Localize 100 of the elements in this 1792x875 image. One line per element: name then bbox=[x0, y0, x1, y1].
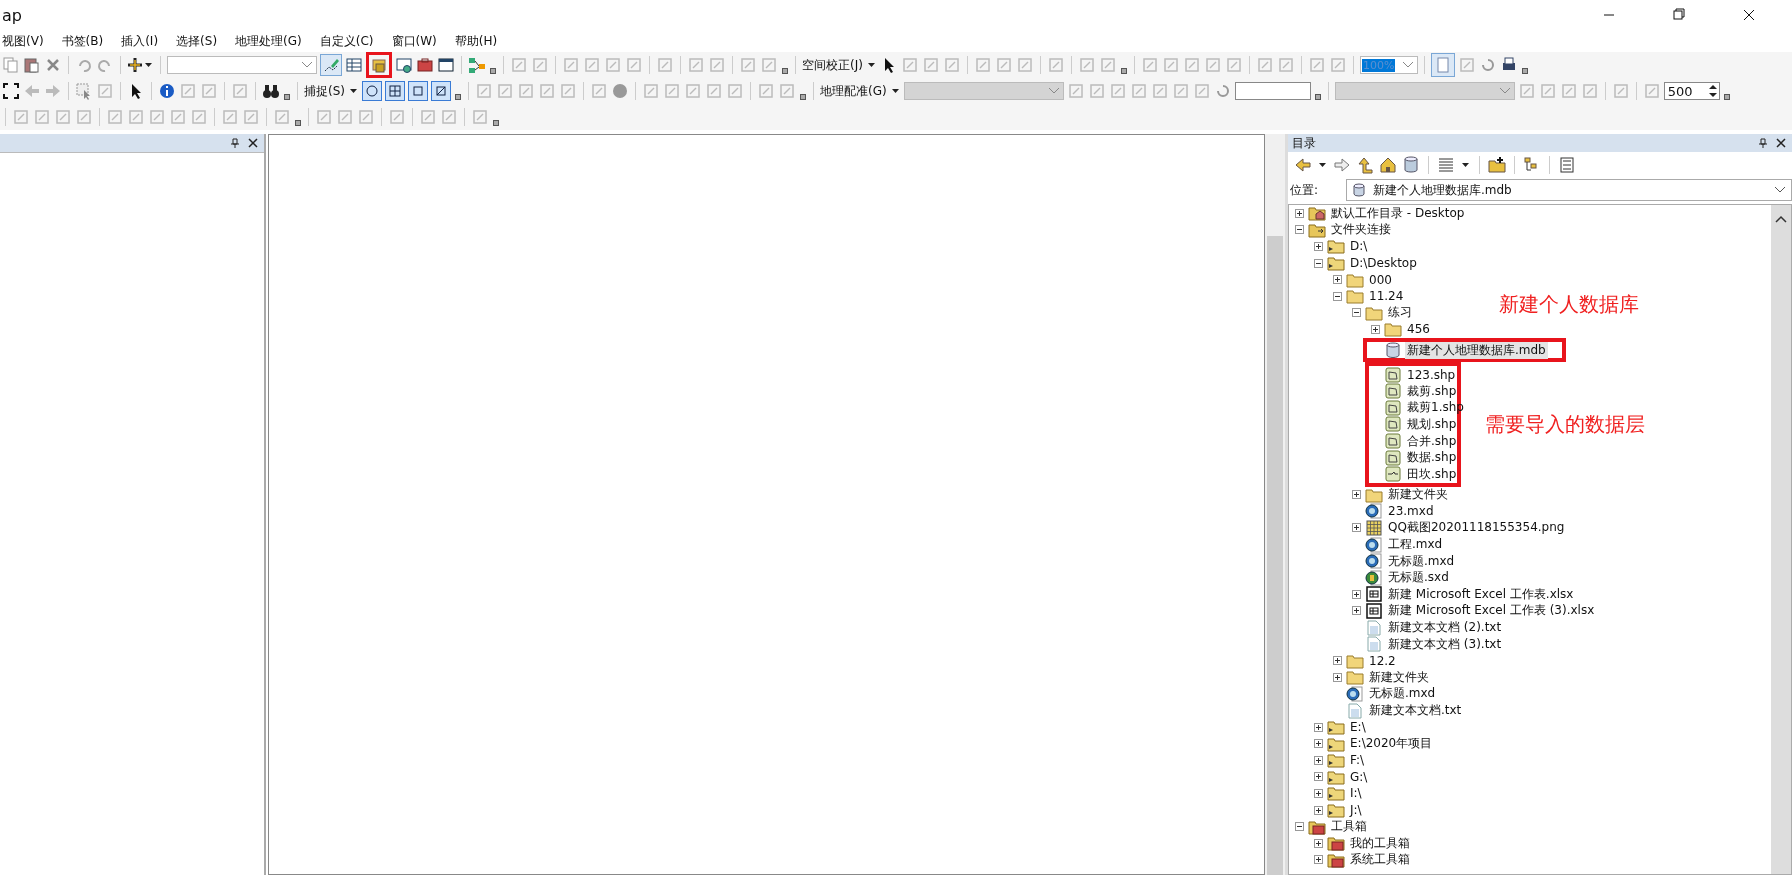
tree-item[interactable]: 田坎.shp bbox=[1405, 465, 1459, 483]
menu-item[interactable]: 插入(I) bbox=[119, 30, 161, 52]
back-arrow-icon[interactable] bbox=[1294, 156, 1312, 174]
select-features-icon[interactable] bbox=[75, 82, 93, 100]
menu-item[interactable]: 帮助(H) bbox=[452, 30, 500, 52]
tree-item[interactable]: 新建文件夹 bbox=[1386, 486, 1450, 504]
menu-item[interactable]: 地理处理(G) bbox=[233, 30, 304, 52]
tree-item[interactable]: 456 bbox=[1405, 322, 1432, 337]
forward-arrow-icon[interactable] bbox=[1333, 156, 1351, 174]
expand-toggle[interactable] bbox=[1331, 656, 1343, 666]
tree-item[interactable]: 新建个人地理数据库.mdb bbox=[1405, 341, 1548, 359]
tree-item[interactable]: 裁剪.shp bbox=[1405, 382, 1459, 400]
home-icon[interactable] bbox=[1379, 156, 1397, 174]
copy-icon[interactable] bbox=[2, 56, 20, 74]
tree-item[interactable]: 新建 Microsoft Excel 工作表.xlsx bbox=[1386, 585, 1576, 603]
close-icon[interactable] bbox=[248, 138, 258, 148]
expand-toggle[interactable] bbox=[1369, 324, 1381, 334]
point-snap-button[interactable] bbox=[362, 81, 382, 101]
pin-icon[interactable] bbox=[1758, 138, 1768, 148]
add-data-button[interactable] bbox=[127, 57, 154, 73]
expand-toggle[interactable] bbox=[1312, 755, 1324, 765]
georeferencing-menu[interactable]: 地理配准(G) bbox=[820, 82, 887, 100]
expand-toggle[interactable] bbox=[1293, 822, 1305, 832]
tree-item[interactable]: 工程.mxd bbox=[1386, 536, 1445, 554]
tree-item[interactable]: 无标题.mxd bbox=[1367, 685, 1438, 703]
tree-item[interactable]: 11.24 bbox=[1367, 289, 1406, 304]
expand-toggle[interactable] bbox=[1312, 258, 1324, 268]
tree-item[interactable]: 工具箱 bbox=[1329, 818, 1369, 836]
tree-item[interactable]: G:\ bbox=[1348, 769, 1370, 784]
tree-item[interactable]: E:\ bbox=[1348, 720, 1368, 735]
expand-toggle[interactable] bbox=[1312, 772, 1324, 782]
location-field[interactable]: 新建个人地理数据库.mdb bbox=[1346, 179, 1792, 201]
expand-toggle[interactable] bbox=[1312, 722, 1324, 732]
snapping-menu[interactable]: 捕捉(S) bbox=[304, 82, 345, 100]
database-icon[interactable] bbox=[1402, 156, 1420, 174]
info-icon[interactable] bbox=[158, 82, 176, 100]
tree-item[interactable]: 默认工作目录 - Desktop bbox=[1329, 205, 1467, 222]
tree-item[interactable]: 文件夹连接 bbox=[1329, 221, 1393, 239]
tree-item[interactable]: 无标题.sxd bbox=[1386, 569, 1451, 587]
close-icon[interactable] bbox=[1776, 138, 1786, 148]
list-view-icon[interactable] bbox=[1437, 156, 1455, 174]
tree-item[interactable]: 新建文本文档 (3).txt bbox=[1386, 635, 1504, 653]
tree-item[interactable]: 123.shp bbox=[1405, 367, 1458, 382]
expand-toggle[interactable] bbox=[1331, 291, 1343, 301]
details-icon[interactable] bbox=[1558, 156, 1576, 174]
end-snap-button[interactable] bbox=[431, 81, 451, 101]
tree-item[interactable]: 新建文本文档 (2).txt bbox=[1386, 619, 1504, 637]
pin-icon[interactable] bbox=[230, 138, 240, 148]
expand-toggle[interactable] bbox=[1350, 308, 1362, 318]
tree-item[interactable]: D:\ bbox=[1348, 239, 1370, 254]
layer-combobox[interactable] bbox=[903, 82, 1064, 100]
tree-item[interactable]: 新建文件夹 bbox=[1367, 668, 1431, 686]
expand-toggle[interactable] bbox=[1350, 589, 1362, 599]
tree-item[interactable]: 新建 Microsoft Excel 工作表 (3).xlsx bbox=[1386, 602, 1597, 620]
tree-item[interactable]: 我的工具箱 bbox=[1348, 834, 1412, 852]
toolbox-icon[interactable] bbox=[416, 56, 434, 74]
binoculars-icon[interactable] bbox=[262, 82, 280, 100]
expand-toggle[interactable] bbox=[1350, 606, 1362, 616]
vertex-snap-button[interactable] bbox=[385, 81, 405, 101]
tree-item[interactable]: 练习 bbox=[1386, 304, 1414, 322]
tree-item[interactable]: E:\2020年项目 bbox=[1348, 735, 1435, 753]
menu-item[interactable]: 自定义(C) bbox=[317, 30, 376, 52]
tree-item[interactable]: 数据.shp bbox=[1405, 449, 1459, 467]
menu-item[interactable]: 视图(V) bbox=[0, 30, 46, 52]
expand-toggle[interactable] bbox=[1312, 242, 1324, 251]
vertical-scrollbar[interactable] bbox=[1265, 134, 1285, 875]
table-icon[interactable] bbox=[345, 56, 363, 74]
expand-toggle[interactable] bbox=[1331, 275, 1343, 285]
full-extent-icon[interactable] bbox=[2, 82, 20, 100]
expand-toggle[interactable] bbox=[1312, 805, 1324, 815]
tree-item[interactable]: 无标题.mxd bbox=[1386, 552, 1457, 570]
tree-item[interactable]: F:\ bbox=[1348, 753, 1367, 768]
menu-item[interactable]: 窗口(W) bbox=[389, 30, 439, 52]
expand-toggle[interactable] bbox=[1312, 838, 1324, 848]
expand-toggle[interactable] bbox=[1350, 523, 1362, 533]
tree-item[interactable]: 系统工具箱 bbox=[1348, 851, 1412, 869]
edge-snap-button[interactable] bbox=[408, 81, 428, 101]
command-window-icon[interactable] bbox=[437, 56, 455, 74]
model-builder-icon[interactable] bbox=[468, 56, 486, 74]
layer-combobox[interactable] bbox=[1334, 82, 1515, 100]
tree-item[interactable]: QQ截图20201118155354.png bbox=[1386, 519, 1567, 537]
sphere-icon[interactable] bbox=[611, 82, 629, 100]
tree-item[interactable]: D:\Desktop bbox=[1348, 256, 1419, 271]
menu-item[interactable]: 书签(B) bbox=[59, 30, 106, 52]
search-window-icon[interactable] bbox=[395, 56, 413, 74]
forward-arrow-icon[interactable] bbox=[44, 82, 62, 100]
text-input-field[interactable] bbox=[1234, 82, 1311, 100]
number-spinner[interactable]: 500 bbox=[1663, 82, 1720, 100]
spatial-adjustment-menu[interactable]: 空间校正(J) bbox=[802, 56, 863, 74]
tree-item[interactable]: 合并.shp bbox=[1405, 432, 1459, 450]
expand-toggle[interactable] bbox=[1293, 225, 1305, 235]
expand-toggle[interactable] bbox=[1312, 789, 1324, 798]
tree-item[interactable]: J:\ bbox=[1348, 803, 1364, 818]
tree-item[interactable]: 新建文本文档.txt bbox=[1367, 702, 1464, 719]
editor-toolbar-icon[interactable] bbox=[320, 54, 342, 76]
connect-folder-icon[interactable] bbox=[1488, 156, 1506, 174]
paste-icon[interactable] bbox=[23, 56, 41, 74]
expand-toggle[interactable] bbox=[1293, 208, 1305, 218]
menu-item[interactable]: 选择(S) bbox=[174, 30, 220, 52]
expand-toggle[interactable] bbox=[1331, 672, 1343, 682]
